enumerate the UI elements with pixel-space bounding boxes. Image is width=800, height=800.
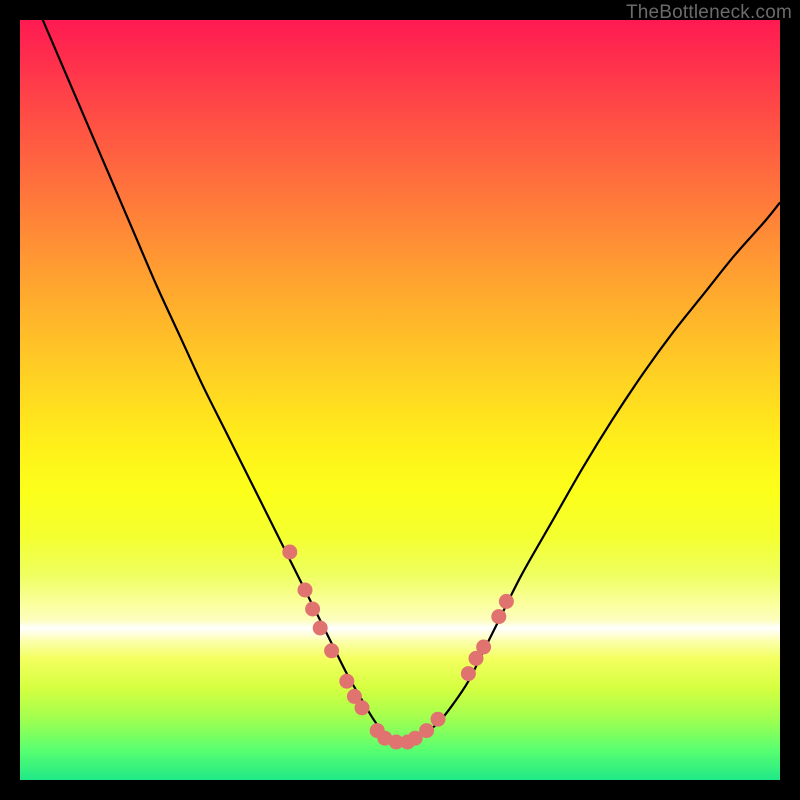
curve-marker bbox=[282, 545, 297, 560]
bottleneck-curve bbox=[20, 0, 780, 743]
curve-marker bbox=[461, 666, 476, 681]
curve-marker bbox=[491, 609, 506, 624]
curve-marker bbox=[476, 640, 491, 655]
curve-marker bbox=[499, 594, 514, 609]
curve-marker bbox=[324, 643, 339, 658]
curve-marker bbox=[431, 712, 446, 727]
curve-marker bbox=[339, 674, 354, 689]
curve-marker bbox=[313, 621, 328, 636]
chart-frame: TheBottleneck.com bbox=[0, 0, 800, 800]
curve-marker bbox=[355, 700, 370, 715]
curve-markers bbox=[282, 545, 514, 750]
curve-marker bbox=[305, 602, 320, 617]
curve-marker bbox=[298, 583, 313, 598]
curve-marker bbox=[419, 723, 434, 738]
chart-svg bbox=[20, 20, 780, 780]
watermark-text: TheBottleneck.com bbox=[626, 2, 792, 24]
plot-area bbox=[20, 20, 780, 780]
